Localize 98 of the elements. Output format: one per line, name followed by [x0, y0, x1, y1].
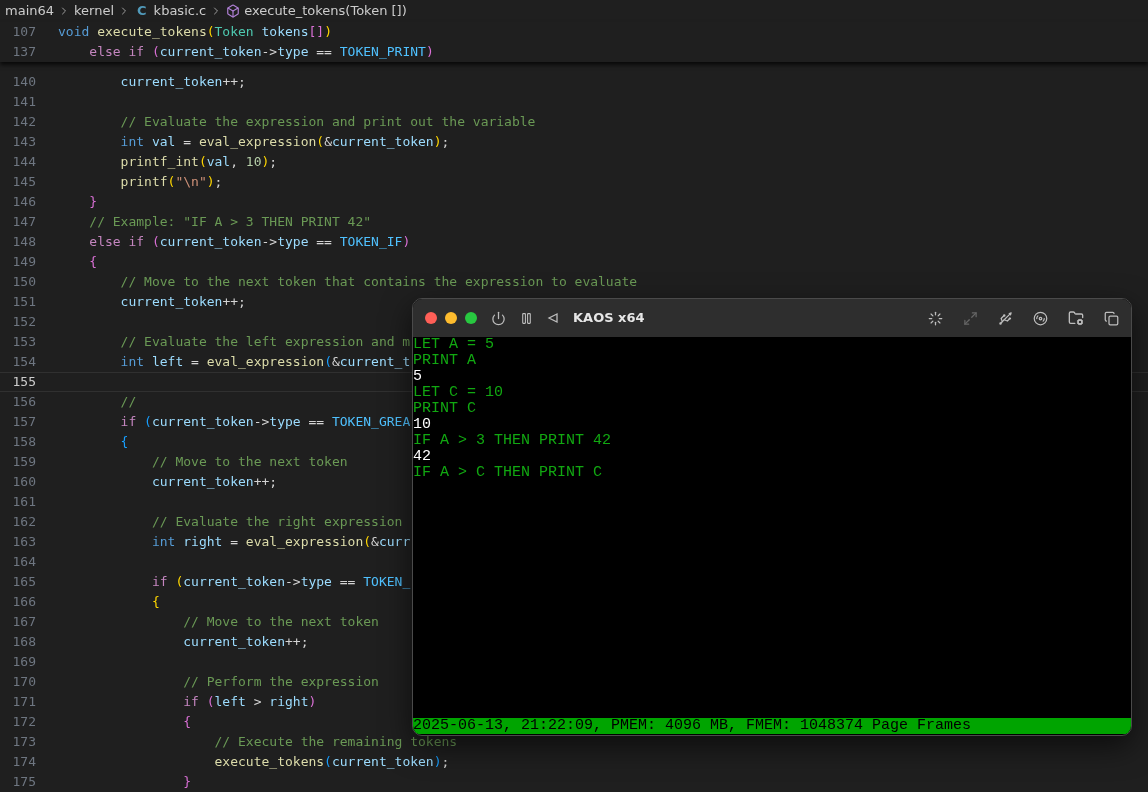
- line-number: 174: [11, 753, 36, 772]
- line-number: 144: [11, 153, 36, 172]
- code-line: // Evaluate the left expression and m: [119, 333, 411, 352]
- code-line: execute_tokens(current_token);: [213, 753, 450, 772]
- terminal-output: 5: [413, 369, 423, 385]
- code-line: // Evaluate the expression and print out the variable: [119, 113, 536, 132]
- code-line: int left = eval_expression(&current_t: [119, 353, 411, 372]
- code-line: if (current_token->type == TOKEN_: [150, 573, 411, 592]
- line-number: 160: [11, 473, 36, 492]
- code-line: // Evaluate the right expression: [150, 513, 403, 532]
- line-number: 145: [11, 173, 36, 192]
- close-button[interactable]: [425, 312, 437, 324]
- line-number: 163: [11, 533, 36, 552]
- code-line: // Execute the remaining tokens: [213, 733, 458, 752]
- pause-icon[interactable]: [520, 311, 533, 325]
- code-line: if (current_token->type == TOKEN_GREA: [119, 413, 411, 432]
- disc-icon[interactable]: [1033, 310, 1048, 326]
- terminal-command: PRINT C: [413, 401, 477, 417]
- code-line: // Move to the next token: [150, 453, 348, 472]
- line-number: 171: [11, 693, 36, 712]
- line-number: 152: [11, 313, 36, 332]
- line-number: 146: [11, 193, 36, 212]
- breadcrumb-item[interactable]: main64: [5, 1, 55, 21]
- line-number: 154: [11, 353, 36, 372]
- terminal-output: 42: [413, 449, 432, 465]
- window-title: KAOS x64: [573, 309, 645, 328]
- line-number: 159: [11, 453, 36, 472]
- line-number: 150: [11, 273, 36, 292]
- terminal-command: IF A > 3 THEN PRINT 42: [413, 433, 613, 449]
- line-number: 162: [11, 513, 36, 532]
- line-number: 153: [11, 333, 36, 352]
- code-line: //: [119, 393, 137, 412]
- status-bar: 2025-06-13, 21:22:09, PMEM: 4096 MB, FMEM: 1048374 Page Frames: [413, 718, 1131, 734]
- terminal-output: 10: [413, 417, 432, 433]
- line-number: 148: [11, 233, 36, 252]
- code-line: int val = eval_expression(&current_token);: [119, 133, 450, 152]
- terminal-command: LET A = 5: [413, 337, 495, 353]
- line-number: 141: [11, 93, 36, 112]
- line-number: 169: [11, 653, 36, 672]
- terminal-command: LET C = 10: [413, 385, 504, 401]
- line-number: 137: [11, 43, 36, 62]
- line-number: 147: [11, 213, 36, 232]
- line-number: 173: [11, 733, 36, 752]
- breadcrumb-item[interactable]: execute_tokens(Token []): [244, 1, 407, 21]
- maximize-button[interactable]: [465, 312, 477, 324]
- line-number: 142: [11, 113, 36, 132]
- code-line: current_token++;: [119, 73, 246, 92]
- line-number: 161: [11, 493, 36, 512]
- line-number: 140: [11, 73, 36, 92]
- code-line: else if (current_token->type == TOKEN_PRINT): [88, 43, 434, 62]
- cube-icon: [226, 4, 241, 18]
- line-number: 172: [11, 713, 36, 732]
- code-line: if (left > right): [182, 693, 317, 712]
- code-line: else if (current_token->type == TOKEN_IF): [88, 233, 411, 252]
- code-line: {: [182, 713, 192, 732]
- code-line: current_token++;: [119, 293, 246, 312]
- back-triangle-icon[interactable]: [547, 312, 559, 324]
- breadcrumb-item[interactable]: kbasic.c: [153, 1, 207, 21]
- line-number: 170: [11, 673, 36, 692]
- code-line: void execute_tokens(Token tokens[]): [58, 23, 332, 42]
- code-line: printf("\n");: [119, 173, 223, 192]
- line-number: 175: [11, 773, 36, 792]
- line-number: 166: [11, 593, 36, 612]
- line-number: 157: [11, 413, 36, 432]
- windows-icon[interactable]: [1104, 310, 1119, 326]
- code-line: {: [119, 433, 129, 452]
- terminal-command: PRINT A: [413, 353, 477, 369]
- line-number: 149: [11, 253, 36, 272]
- line-number: 143: [11, 133, 36, 152]
- code-line: }: [182, 773, 192, 792]
- code-line: // Perform the expression: [182, 673, 379, 692]
- spinner-icon[interactable]: [928, 310, 943, 326]
- code-line: {: [150, 593, 160, 612]
- code-line: printf_int(val, 10);: [119, 153, 278, 172]
- code-line: current_token++;: [182, 633, 309, 652]
- code-line: // Move to the next token: [182, 613, 379, 632]
- line-number: 164: [11, 553, 36, 572]
- code-line: // Move to the next token that contains the expression to evaluate: [119, 273, 638, 292]
- line-number: 168: [11, 633, 36, 652]
- code-line: int right = eval_expression(&curr: [150, 533, 411, 552]
- power-icon[interactable]: [491, 310, 506, 326]
- folder-gear-icon[interactable]: [1068, 310, 1084, 326]
- code-line: {: [88, 253, 98, 272]
- code-line: }: [88, 193, 98, 212]
- code-line: current_token++;: [150, 473, 278, 492]
- minimize-button[interactable]: [445, 312, 457, 324]
- code-line: // Example: "IF A > 3 THEN PRINT 42": [88, 213, 372, 232]
- line-number: 151: [11, 293, 36, 312]
- line-number: 156: [11, 393, 36, 412]
- usb-icon[interactable]: [998, 310, 1013, 326]
- breadcrumb-item[interactable]: kernel: [74, 1, 115, 21]
- c-file-icon: C: [134, 1, 150, 21]
- terminal-command: IF A > C THEN PRINT C: [413, 465, 604, 481]
- line-number: 158: [11, 433, 36, 452]
- line-number: 155: [11, 373, 36, 392]
- line-number: 165: [11, 573, 36, 592]
- line-number: 167: [11, 613, 36, 632]
- line-number: 107: [11, 23, 36, 42]
